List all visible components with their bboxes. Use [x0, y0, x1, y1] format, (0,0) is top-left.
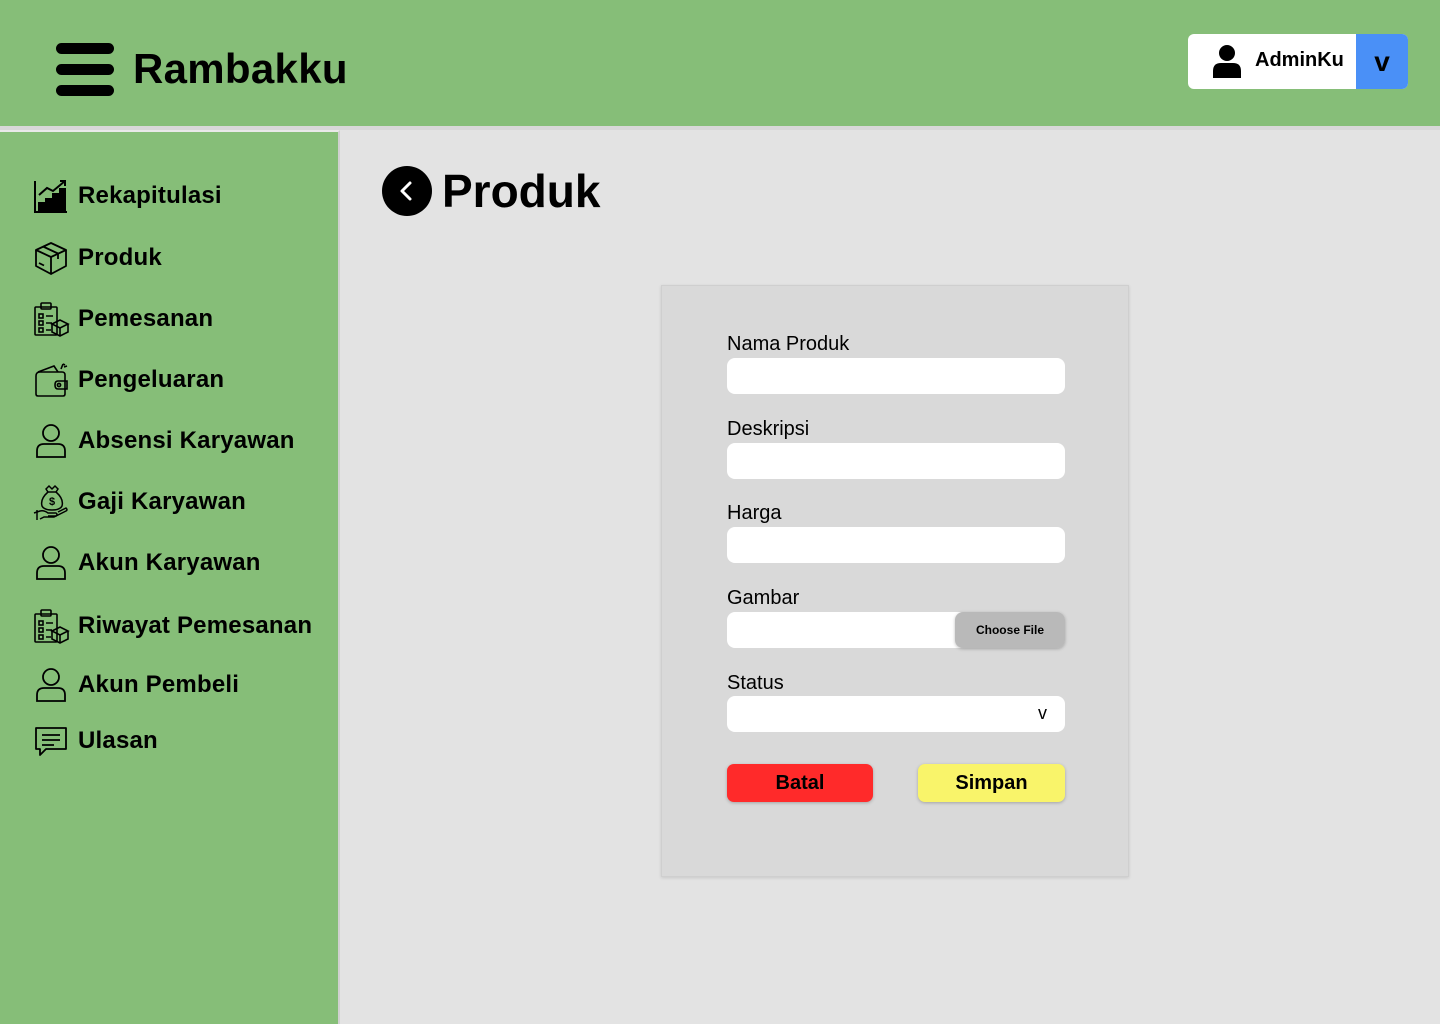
- sidebar-item-label: Akun Pembeli: [78, 671, 240, 698]
- sidebar-item-riwayat-pemesanan[interactable]: Riwayat Pemesanan: [32, 606, 312, 646]
- box-icon: [35, 242, 67, 275]
- svg-text:$: $: [49, 496, 55, 508]
- sidebar-item-label: Produk: [78, 244, 162, 271]
- back-button[interactable]: [382, 166, 432, 216]
- user-icon: [36, 546, 66, 580]
- page-title: Produk: [442, 165, 601, 217]
- order-clipboard-icon: [34, 302, 70, 337]
- sidebar-item-label: Pemesanan: [78, 305, 214, 332]
- deskripsi-input[interactable]: [727, 443, 1065, 479]
- sidebar-item-label: Riwayat Pemesanan: [78, 612, 313, 639]
- sidebar-item-gaji-karyawan[interactable]: $ Gaji Karyawan: [32, 482, 246, 522]
- sidebar-item-akun-karyawan[interactable]: Akun Karyawan: [32, 543, 261, 583]
- chart-icon: [34, 180, 67, 213]
- sidebar-item-label: Gaji Karyawan: [78, 488, 247, 515]
- chat-icon: [35, 727, 67, 756]
- chevron-left-icon: [400, 181, 412, 201]
- user-name: AdminKu: [1255, 49, 1344, 71]
- top-header: Rambakku AdminKu v: [0, 0, 1440, 126]
- sidebar-item-produk[interactable]: Produk: [32, 238, 162, 278]
- wallet-icon: [35, 363, 68, 397]
- user-dropdown-button[interactable]: v: [1356, 34, 1408, 89]
- user-icon: [36, 668, 66, 702]
- money-bag-hand-icon: $: [33, 484, 68, 520]
- deskripsi-label: Deskripsi: [727, 418, 810, 440]
- page-header: Produk: [382, 164, 600, 218]
- product-form: Nama Produk Deskripsi Harga Gambar Choos…: [661, 285, 1129, 877]
- nama-produk-label: Nama Produk: [727, 333, 850, 355]
- sidebar-item-label: Rekapitulasi: [78, 182, 222, 209]
- choose-file-button[interactable]: Choose File: [955, 612, 1065, 648]
- user-icon: [36, 424, 66, 458]
- harga-input[interactable]: [727, 527, 1065, 563]
- user-menu[interactable]: AdminKu v: [1188, 34, 1408, 89]
- gambar-label: Gambar: [727, 587, 800, 609]
- order-clipboard-icon: [34, 609, 70, 644]
- sidebar-item-label: Absensi Karyawan: [78, 427, 295, 454]
- nama-produk-input[interactable]: [727, 358, 1065, 394]
- sidebar-item-absensi-karyawan[interactable]: Absensi Karyawan: [32, 421, 295, 461]
- simpan-button[interactable]: Simpan: [918, 764, 1065, 802]
- hamburger-menu-icon[interactable]: [56, 43, 114, 97]
- sidebar-item-label: Akun Karyawan: [78, 549, 261, 576]
- gambar-file-input[interactable]: Choose File: [727, 612, 1065, 648]
- user-icon: [1213, 45, 1241, 78]
- sidebar-item-label: Ulasan: [78, 727, 158, 754]
- sidebar-item-label: Pengeluaran: [78, 366, 225, 393]
- status-dropdown-arrow: v: [1038, 703, 1047, 723]
- status-label: Status: [727, 672, 784, 694]
- status-select[interactable]: v: [727, 696, 1065, 732]
- app-brand: Rambakku: [133, 45, 348, 92]
- sidebar-item-rekapitulasi[interactable]: Rekapitulasi: [32, 176, 222, 216]
- harga-label: Harga: [727, 502, 782, 524]
- batal-button[interactable]: Batal: [727, 764, 873, 802]
- sidebar-item-pengeluaran[interactable]: Pengeluaran: [32, 360, 224, 400]
- sidebar-item-pemesanan[interactable]: Pemesanan: [32, 299, 213, 339]
- sidebar-item-ulasan[interactable]: Ulasan: [32, 721, 158, 761]
- sidebar-item-akun-pembeli[interactable]: Akun Pembeli: [32, 665, 239, 705]
- sidebar: Rekapitulasi Produk Pemesanan Pengeluara…: [0, 130, 340, 1024]
